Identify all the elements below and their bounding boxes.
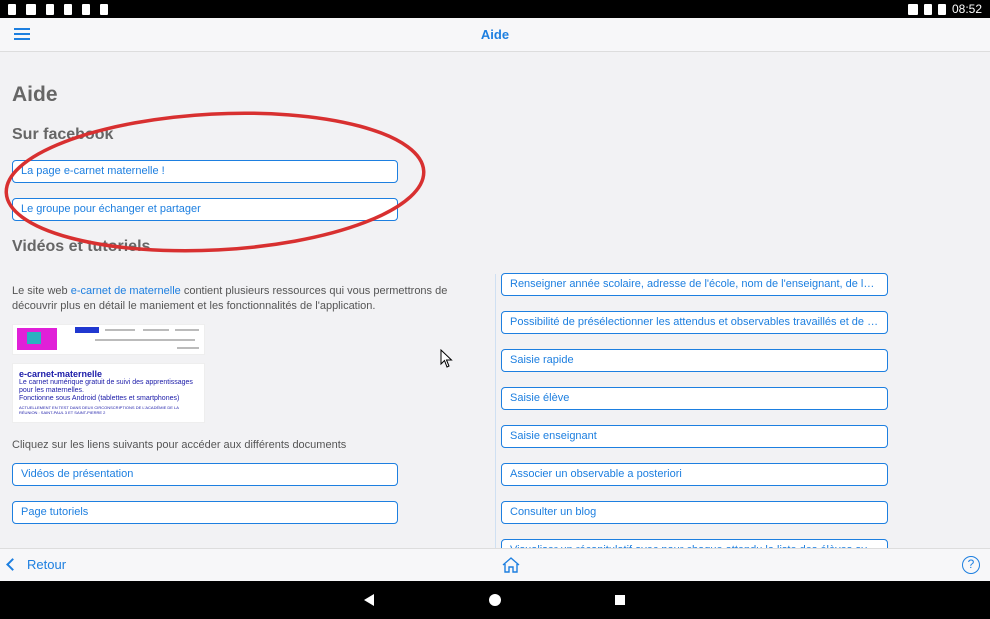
wifi-icon [907,3,918,15]
status-bar: 08:52 [0,0,990,18]
battery-icon [937,3,946,15]
intro-text: Le site web e-carnet de maternelle conti… [12,285,448,312]
page-title: Aide [12,83,58,106]
android-home-icon[interactable] [489,594,501,606]
facebook-group-link[interactable]: Le groupe pour échanger et partager [12,198,398,221]
sd-card-icon [82,3,90,15]
tutorial-link[interactable]: Saisie élève [501,387,888,410]
home-icon[interactable] [501,556,521,574]
content-area[interactable]: Aide Sur facebook La page e-carnet mater… [0,52,990,548]
facebook-heading: Sur facebook [12,126,114,143]
tutorial-link[interactable]: Saisie rapide [501,349,888,372]
tutorials-page-link[interactable]: Page tutoriels [12,501,398,524]
tutorial-link[interactable]: Possibilité de présélectionner les atten… [501,311,888,334]
notification-icon [8,3,16,15]
help-icon[interactable]: ? [962,556,980,574]
column-divider [495,274,496,548]
android-back-icon[interactable] [364,594,374,606]
tutorial-link[interactable]: Saisie enseignant [501,425,888,448]
top-nav-bar: Aide [0,18,990,52]
notification-icon [46,3,54,15]
back-label: Retour [27,557,67,572]
clock: 08:52 [951,2,982,16]
back-button[interactable]: Retour [6,557,67,572]
tutorial-link[interactable]: Visualiser un récapitulatif avec pour ch… [501,539,888,548]
facebook-page-link[interactable]: La page e-carnet maternelle ! [12,160,398,183]
nav-title: Aide [480,27,510,42]
android-nav-bar [0,581,990,619]
bottom-toolbar: Retour ? [0,548,990,581]
videos-presentation-link[interactable]: Vidéos de présentation [12,463,398,486]
app-icon [100,3,108,15]
upload-icon [64,3,72,15]
android-recents-icon[interactable] [615,595,625,605]
chevron-left-icon [6,558,19,571]
mail-icon [26,3,36,15]
website-link[interactable]: e-carnet de maternelle [71,285,181,297]
tutorial-link[interactable]: Consulter un blog [501,501,888,524]
instruction-text: Cliquez sur les liens suivants pour accé… [12,439,347,451]
tutorial-link[interactable]: Associer un observable a posteriori [501,463,888,486]
signal-icon [923,3,932,15]
mouse-cursor-icon [440,349,453,368]
thumbnail-title: e-carnet-maternelle [19,369,103,379]
website-banner-thumbnail: e-carnet-maternelle Le carnet numérique … [12,363,205,423]
tutorial-link[interactable]: Renseigner année scolaire, adresse de l'… [501,273,888,296]
website-screenshot-thumbnail [12,324,205,355]
videos-heading: Vidéos et tutoriels [12,238,151,255]
